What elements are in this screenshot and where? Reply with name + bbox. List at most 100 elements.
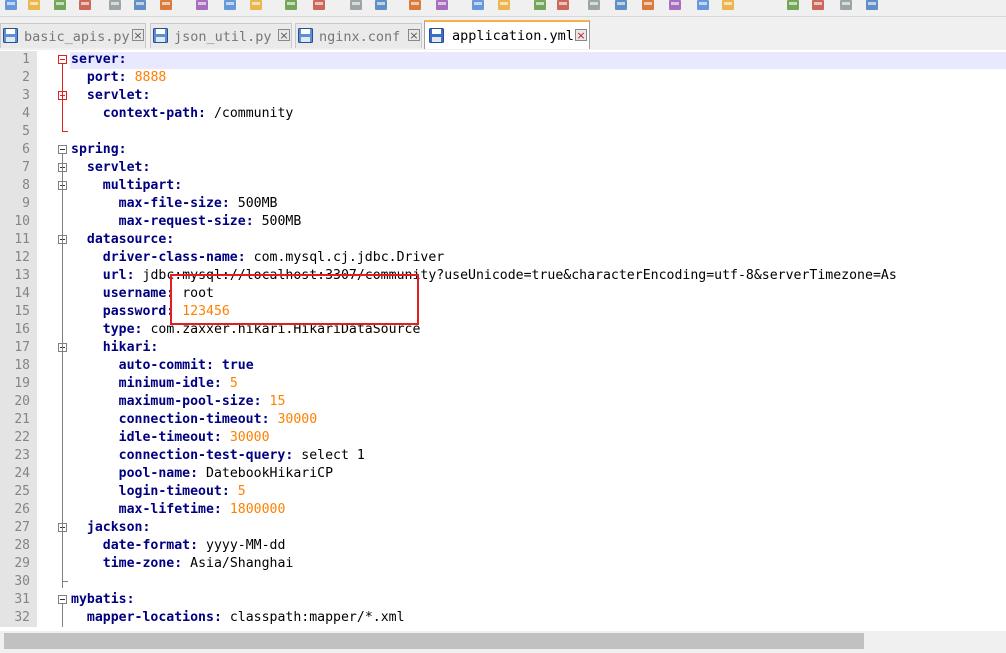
code-line[interactable]: hikari: <box>71 339 159 357</box>
highlight-annotation-box <box>170 274 419 325</box>
sync-vertical-icon[interactable] <box>470 0 486 12</box>
code-line[interactable]: max-lifetime: 1800000 <box>71 501 286 519</box>
code-line[interactable]: context-path: /community <box>71 105 294 123</box>
close-tab-icon[interactable]: × <box>132 29 144 41</box>
paste-icon[interactable] <box>248 0 264 12</box>
line-number: 21 <box>14 412 30 427</box>
code-editor[interactable]: 1 2 3 4 5 6 7 8 9 10 11 12 13 14 15 16 17 18 19 20 21 22 23 24 2… <box>0 51 1006 627</box>
tab-basic-apis-py[interactable]: basic_apis.py × <box>0 23 146 48</box>
monitoring-icon[interactable] <box>695 0 711 12</box>
yaml-colon: : <box>205 358 214 373</box>
code-line[interactable]: connection-timeout: 30000 <box>71 411 318 429</box>
close-all-icon[interactable] <box>132 0 148 12</box>
current-line-highlight <box>70 52 1006 69</box>
fold-margin[interactable] <box>37 51 70 627</box>
code-line[interactable]: date-format: yyyy-MM-dd <box>71 537 286 555</box>
new-file-icon[interactable] <box>3 0 19 12</box>
open-folder-icon[interactable] <box>26 0 42 12</box>
zoom-out-icon[interactable] <box>434 0 450 12</box>
fold-toggle-icon[interactable] <box>58 595 67 604</box>
close-tab-icon[interactable]: × <box>278 29 290 41</box>
tab-label: json_util.py <box>174 29 272 45</box>
line-number: 24 <box>14 466 30 481</box>
line-number: 17 <box>14 340 30 355</box>
code-line[interactable]: connection-test-query: select 1 <box>71 447 365 465</box>
sync-horizontal-icon[interactable] <box>496 0 512 12</box>
document-map-icon[interactable] <box>613 0 629 12</box>
code-line[interactable]: spring: <box>71 141 127 159</box>
code-line[interactable]: max-request-size: 500MB <box>71 213 302 231</box>
zoom-in-icon[interactable] <box>407 0 423 12</box>
horizontal-scrollbar[interactable] <box>0 631 1006 653</box>
tab-application-yml[interactable]: application.yml × <box>424 20 590 49</box>
word-wrap-icon[interactable] <box>532 0 548 12</box>
redo-icon[interactable] <box>311 0 327 12</box>
code-line[interactable]: login-timeout: 5 <box>71 483 246 501</box>
code-line[interactable]: port: 8888 <box>71 69 166 87</box>
stop-recording-icon[interactable] <box>785 0 801 12</box>
indent-guide-icon[interactable] <box>586 0 602 12</box>
code-line[interactable]: idle-timeout: 30000 <box>71 429 270 447</box>
code-line[interactable]: jackson: <box>71 519 151 537</box>
yaml-value: 500MB <box>261 214 302 229</box>
yaml-colon: : <box>174 178 183 193</box>
code-line[interactable]: max-file-size: 500MB <box>71 195 278 213</box>
code-line[interactable]: mybatis: <box>71 591 135 609</box>
code-line[interactable]: server: <box>71 51 127 69</box>
code-line[interactable]: servlet: <box>71 87 151 105</box>
close-tab-icon[interactable]: × <box>575 29 587 41</box>
code-line[interactable]: datasource: <box>71 231 174 249</box>
scrollbar-thumb[interactable] <box>4 633 864 649</box>
record-macro-icon[interactable] <box>720 0 736 12</box>
replace-icon[interactable] <box>373 0 389 12</box>
code-line[interactable]: minimum-idle: 5 <box>71 375 238 393</box>
save-icon[interactable] <box>52 0 68 12</box>
yaml-colon: : <box>118 52 127 67</box>
code-line[interactable]: pool-name: DatebookHikariCP <box>71 465 333 483</box>
yaml-key: servlet <box>86 88 143 103</box>
cut-icon[interactable] <box>194 0 210 12</box>
yaml-key: hikari <box>102 340 151 355</box>
save-all-icon[interactable] <box>77 0 93 12</box>
close-icon[interactable] <box>107 0 123 12</box>
yaml-colon: : <box>190 538 199 553</box>
code-line[interactable]: time-zone: Asia/Shanghai <box>71 555 294 573</box>
undo-icon[interactable] <box>283 0 299 12</box>
tab-json-util-py[interactable]: json_util.py × <box>150 23 292 48</box>
show-all-chars-icon[interactable] <box>555 0 571 12</box>
yaml-value: 1800000 <box>229 502 286 517</box>
code-line[interactable]: mapper-locations: classpath:mapper/*.xml <box>71 609 405 627</box>
print-icon[interactable] <box>158 0 174 12</box>
yaml-key: idle-timeout <box>118 430 214 445</box>
yaml-key: jackson <box>86 520 143 535</box>
line-number: 1 <box>22 52 30 67</box>
yaml-key: context-path <box>102 106 199 121</box>
save-macro-icon[interactable] <box>864 0 880 12</box>
code-line[interactable]: servlet: <box>71 159 151 177</box>
yaml-key: mapper-locations <box>86 610 214 625</box>
code-line[interactable]: multipart: <box>71 177 182 195</box>
tab-nginx-conf[interactable]: nginx.conf × <box>295 23 422 48</box>
line-number: 12 <box>14 250 30 265</box>
yaml-value: 15 <box>269 394 286 409</box>
folder-as-workspace-icon[interactable] <box>667 0 683 12</box>
find-icon[interactable] <box>348 0 364 12</box>
code-line[interactable]: auto-commit: true <box>71 357 254 375</box>
function-list-icon[interactable] <box>640 0 656 12</box>
fold-toggle-icon[interactable] <box>58 145 67 154</box>
code-line[interactable]: maximum-pool-size: 15 <box>71 393 286 411</box>
fold-toggle-icon[interactable] <box>58 55 67 64</box>
code-line[interactable]: driver-class-name: com.mysql.cj.jdbc.Dri… <box>71 249 444 267</box>
playback-macro-icon[interactable] <box>810 0 826 12</box>
close-tab-icon[interactable]: × <box>408 29 420 41</box>
copy-icon[interactable] <box>222 0 238 12</box>
run-macro-multiple-icon[interactable] <box>838 0 854 12</box>
